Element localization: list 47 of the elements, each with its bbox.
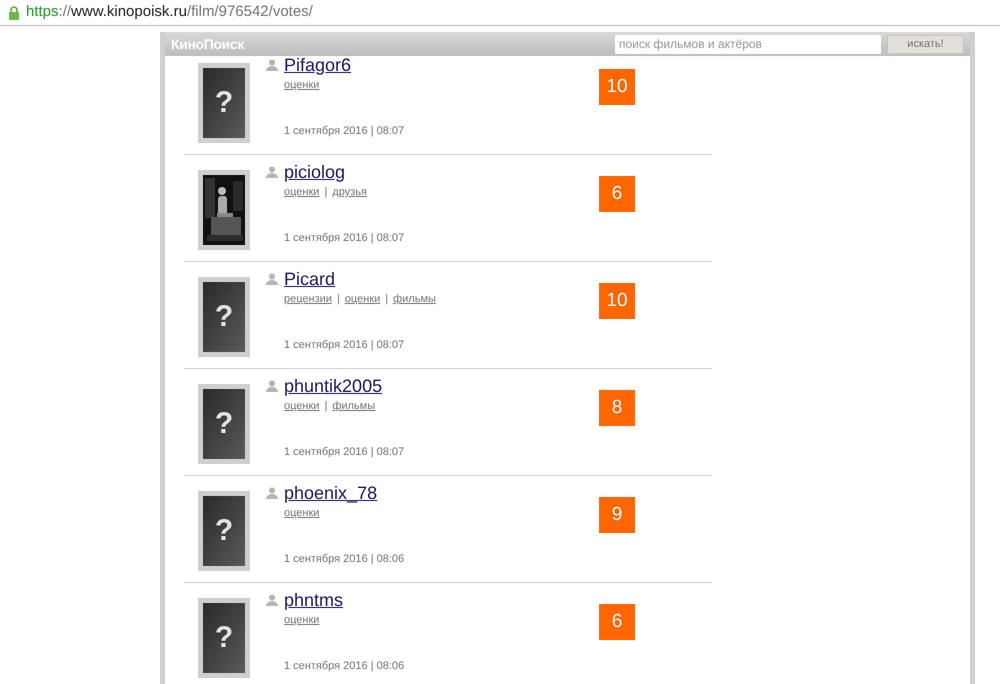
search-field[interactable]: поиск фильмов и актёров <box>615 34 881 54</box>
score-badge: 6 <box>599 176 635 212</box>
profile-link[interactable]: оценки <box>284 612 320 628</box>
score-badge: 10 <box>599 69 635 105</box>
question-mark: ? <box>214 88 234 118</box>
question-mark: ? <box>214 302 234 332</box>
score-badge: 8 <box>599 390 635 426</box>
address-bar[interactable]: https://www.kinopoisk.ru/film/976542/votes/ <box>26 1 313 24</box>
user-icon <box>266 594 278 606</box>
lock-icon <box>8 6 20 20</box>
question-mark: ? <box>214 623 234 653</box>
vote-date: 1 сентября 2016 | 08:06 <box>284 552 406 566</box>
link-separator: | <box>336 292 340 307</box>
user-icon <box>266 487 278 499</box>
link-separator: | <box>385 292 388 307</box>
username-link[interactable]: Pifagor6 <box>284 54 352 76</box>
vote-date: 1 сентября 2016 | 08:06 <box>284 658 406 674</box>
link-separator: | <box>324 185 328 200</box>
vote-date: 1 сентября 2016 | 08:07 <box>284 338 406 352</box>
profile-link[interactable]: рецензии <box>284 291 332 308</box>
score-badge: 9 <box>599 497 635 533</box>
username-link[interactable]: piciolog <box>284 161 346 183</box>
profile-link[interactable]: оценки <box>284 505 320 522</box>
question-mark: ? <box>214 516 234 546</box>
profile-link[interactable]: фильмы <box>332 398 376 414</box>
score-badge: 6 <box>599 604 635 640</box>
link-separator: | <box>324 399 328 414</box>
vote-date: 1 сентября 2016 | 08:07 <box>284 444 406 460</box>
search-button[interactable]: искать! <box>887 34 964 54</box>
profile-link[interactable]: фильмы <box>393 291 436 308</box>
score-badge: 10 <box>599 283 635 319</box>
vote-date: 1 сентября 2016 | 08:07 <box>284 124 406 138</box>
user-icon <box>266 273 278 285</box>
username-link[interactable]: phntms <box>284 589 344 611</box>
question-mark: ? <box>214 409 234 439</box>
profile-link[interactable]: оценки <box>284 398 320 414</box>
username-link[interactable]: phuntik2005 <box>284 375 382 397</box>
user-icon <box>266 380 278 392</box>
profile-link[interactable]: оценки <box>284 184 320 200</box>
profile-link[interactable]: друзья <box>332 184 367 200</box>
user-icon <box>266 166 278 178</box>
user-icon <box>266 59 278 71</box>
profile-link[interactable]: оценки <box>284 77 320 94</box>
vote-date: 1 сентября 2016 | 08:07 <box>284 230 406 246</box>
username-link[interactable]: Picard <box>284 268 336 290</box>
username-link[interactable]: phoenix_78 <box>284 482 378 504</box>
profile-link[interactable]: оценки <box>344 291 380 308</box>
